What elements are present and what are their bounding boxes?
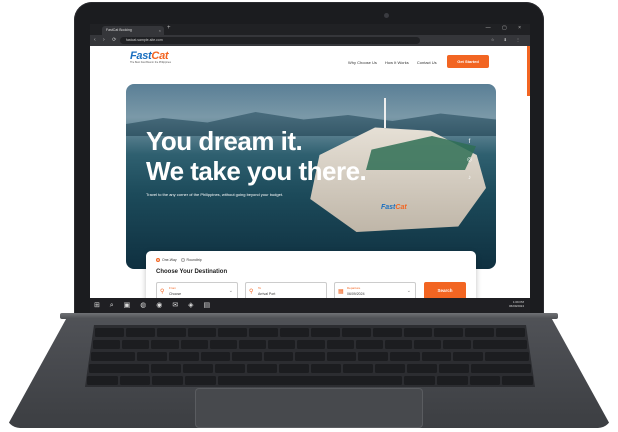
website: FastCat The Best Fast Boat in the Philip… bbox=[90, 46, 530, 313]
ship-logo: FastCat bbox=[381, 204, 407, 211]
from-label: From bbox=[169, 286, 176, 290]
site-logo[interactable]: FastCat The Best Fast Boat in the Philip… bbox=[130, 50, 171, 64]
facebook-icon[interactable]: f bbox=[466, 139, 473, 146]
browser-tab[interactable]: FastCat Booking × bbox=[102, 26, 164, 35]
instagram-icon[interactable]: ◎ bbox=[466, 157, 473, 164]
tab-title: FastCat Booking bbox=[106, 28, 132, 32]
calendar-icon: ▦ bbox=[338, 289, 344, 295]
headline-line-1: You dream it. bbox=[146, 126, 303, 156]
screen: FastCat Booking × + — ▢ × ‹ › ⟳ fastcat.… bbox=[90, 24, 530, 313]
location-pin-icon: ⚲ bbox=[160, 289, 165, 295]
get-started-button[interactable]: Get Started bbox=[447, 55, 489, 68]
one-way-radio[interactable] bbox=[156, 258, 160, 263]
to-label: To bbox=[258, 286, 262, 290]
browser-tabbar: FastCat Booking × + — ▢ × bbox=[90, 24, 530, 35]
taskbar-date: 06/09/2024 bbox=[508, 304, 524, 308]
taskbar-clock: 1:09 PM 06/09/2024 bbox=[509, 300, 524, 308]
departure-value: 06/09/2024 bbox=[347, 292, 365, 296]
nav-how-it-works[interactable]: How It Works bbox=[385, 60, 409, 65]
accent-bar bbox=[527, 46, 530, 96]
roundtrip-label[interactable]: Roundtrip bbox=[187, 258, 202, 262]
laptop-mockup: FastCat Booking × + — ▢ × ‹ › ⟳ fastcat.… bbox=[0, 0, 618, 432]
trip-type-options: One-Way Roundtrip bbox=[156, 258, 202, 263]
ship-logo-fast: Fast bbox=[381, 204, 396, 211]
ship-logo-cat: Cat bbox=[395, 204, 407, 211]
key-row bbox=[89, 364, 531, 373]
nav-why-choose-us[interactable]: Why Choose Us bbox=[348, 60, 377, 65]
ship-mast bbox=[384, 98, 386, 128]
extension-icons[interactable]: ☆ ⬇ ⋮ bbox=[491, 37, 524, 42]
hero-banner: FastCat You dream it. We take you there.… bbox=[126, 84, 496, 269]
new-tab-icon[interactable]: + bbox=[167, 25, 171, 31]
os-taskbar: ⊞ ⌕ ▣ ◍ ◉ ✉ ◈ ▤ 1:09 PM 06/09/2024 bbox=[90, 298, 530, 313]
key-row bbox=[95, 328, 526, 337]
address-bar-row: ‹ › ⟳ fastcat.sample-site.com ☆ ⬇ ⋮ bbox=[90, 35, 530, 46]
site-nav: Why Choose Us How It Works Contact Us bbox=[348, 60, 444, 65]
logo-tagline: The Best Fast Boat in the Philippines bbox=[130, 61, 171, 64]
headline-line-2: We take you there. bbox=[146, 156, 367, 186]
one-way-label[interactable]: One-Way bbox=[162, 258, 177, 262]
taskbar-icons[interactable]: ⊞ ⌕ ▣ ◍ ◉ ✉ ◈ ▤ bbox=[94, 301, 214, 310]
hero-headline: You dream it. We take you there. bbox=[146, 126, 367, 186]
departure-label: Departure bbox=[347, 286, 361, 290]
close-tab-icon[interactable]: × bbox=[159, 26, 161, 35]
webcam bbox=[384, 13, 389, 18]
nav-buttons[interactable]: ‹ › ⟳ bbox=[94, 37, 119, 43]
location-pin-icon: ⚲ bbox=[249, 289, 254, 295]
hero-subline: Travel to the any corner of the Philippi… bbox=[146, 192, 284, 197]
chevron-down-icon: ⌄ bbox=[228, 288, 233, 294]
to-value: Arrival Port bbox=[258, 292, 276, 296]
tiktok-icon[interactable]: ♪ bbox=[466, 175, 473, 182]
key-row bbox=[87, 376, 534, 385]
window-controls[interactable]: — ▢ × bbox=[486, 25, 526, 31]
social-links: f ◎ ♪ bbox=[466, 139, 473, 193]
booking-title: Choose Your Destination bbox=[156, 269, 228, 275]
key-row bbox=[91, 352, 530, 361]
from-value: Choose bbox=[169, 292, 182, 296]
url-input[interactable]: fastcat.sample-site.com bbox=[120, 37, 420, 44]
nav-contact-us[interactable]: Contact Us bbox=[417, 60, 437, 65]
roundtrip-radio[interactable] bbox=[180, 258, 185, 263]
keyboard bbox=[85, 325, 535, 387]
chevron-down-icon: ⌄ bbox=[406, 288, 411, 294]
trackpad bbox=[195, 388, 423, 428]
key-row bbox=[93, 340, 528, 349]
